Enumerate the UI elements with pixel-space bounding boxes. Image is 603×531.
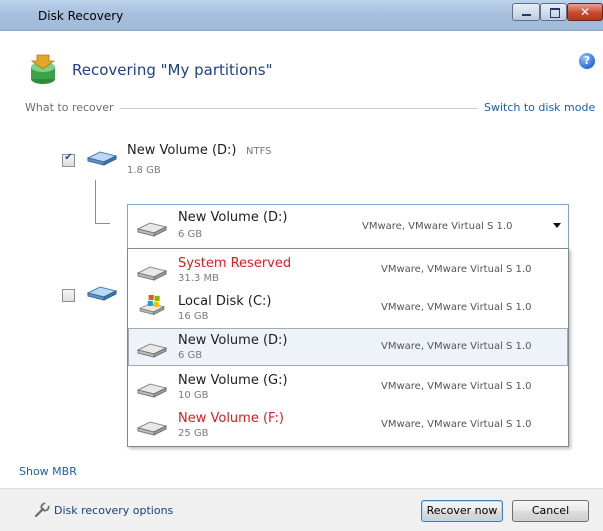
dropdown-item-size: 31.3 MB [178, 273, 219, 284]
dropdown-item-new-volume-g[interactable]: New Volume (G:) 10 GB VMware, VMware Vir… [128, 368, 568, 406]
dropdown-item-vendor: VMware, VMware Virtual S 1.0 [381, 302, 532, 313]
help-icon[interactable]: ? [579, 53, 595, 69]
wrench-icon[interactable] [34, 502, 50, 518]
disk-icon [86, 151, 118, 166]
dropdown-item-name: Local Disk (C:) [178, 294, 272, 309]
source-volume-checkbox[interactable]: ✔ [62, 152, 75, 167]
chevron-down-icon[interactable] [553, 223, 561, 228]
dropdown-item-name: System Reserved [178, 256, 292, 271]
source-volume-name: New Volume (D:) [127, 143, 237, 158]
dropdown-item-vendor: VMware, VMware Virtual S 1.0 [381, 381, 532, 392]
windows-disk-icon [138, 295, 166, 316]
dropdown-item-vendor: VMware, VMware Virtual S 1.0 [381, 264, 532, 275]
switch-to-disk-mode-link[interactable]: Switch to disk mode [478, 101, 596, 114]
dropdown-item-name: New Volume (F:) [178, 411, 284, 426]
dropdown-item-size: 16 GB [178, 311, 209, 322]
close-button[interactable]: ✕ [567, 3, 603, 21]
page-title: Recovering "My partitions" [72, 61, 273, 79]
source-volume-filesystem: NTFS [246, 146, 272, 157]
dropdown-item-size: 10 GB [178, 390, 209, 401]
dropdown-item-name: New Volume (D:) [178, 333, 288, 348]
dropdown-item-new-volume-d[interactable]: New Volume (D:) 6 GB VMware, VMware Virt… [128, 328, 568, 366]
dropdown-item-size: 6 GB [178, 350, 203, 361]
disk-icon [136, 421, 168, 436]
target-volume-dropdown[interactable]: New Volume (D:) 6 GB VMware, VMware Virt… [127, 204, 569, 249]
disk-icon [86, 286, 118, 301]
target-volume-size: 6 GB [178, 229, 203, 240]
show-mbr-link[interactable]: Show MBR [19, 465, 77, 478]
disk-icon [136, 222, 168, 237]
disk-recovery-window: Disk Recovery ✕ Recovering "My partition… [0, 0, 603, 531]
target-volume-vendor: VMware, VMware Virtual S 1.0 [362, 221, 513, 232]
dropdown-item-local-disk-c[interactable]: Local Disk (C:) 16 GB VMware, VMware Vir… [128, 289, 568, 327]
disk-icon [136, 343, 168, 358]
checkmark-icon: ✔ [64, 152, 73, 163]
second-volume-checkbox[interactable] [62, 289, 75, 302]
section-label: What to recover [25, 101, 120, 114]
maximize-icon [550, 8, 560, 18]
minimize-button[interactable] [512, 3, 540, 21]
disk-icon [136, 266, 168, 281]
source-volume-size: 1.8 GB [127, 165, 161, 176]
dropdown-item-vendor: VMware, VMware Virtual S 1.0 [381, 419, 532, 430]
maximize-button[interactable] [540, 3, 567, 21]
close-icon: ✕ [579, 5, 591, 19]
target-volume-name: New Volume (D:) [178, 210, 288, 225]
dropdown-item-size: 25 GB [178, 428, 209, 439]
tree-connector [95, 180, 110, 224]
cancel-button[interactable]: Cancel [512, 500, 589, 522]
disk-icon [136, 383, 168, 398]
title-bar: Disk Recovery ✕ [0, 0, 603, 31]
dropdown-item-vendor: VMware, VMware Virtual S 1.0 [381, 341, 532, 352]
recover-now-button[interactable]: Recover now [421, 500, 503, 522]
dropdown-item-system-reserved[interactable]: System Reserved 31.3 MB VMware, VMware V… [128, 251, 568, 289]
disk-recovery-icon [30, 54, 56, 84]
dropdown-item-name: New Volume (G:) [178, 373, 288, 388]
disk-recovery-options-link[interactable]: Disk recovery options [54, 504, 173, 517]
minimize-icon [522, 14, 531, 16]
window-title: Disk Recovery [38, 9, 124, 23]
dropdown-item-new-volume-f[interactable]: New Volume (F:) 25 GB VMware, VMware Vir… [128, 406, 568, 444]
